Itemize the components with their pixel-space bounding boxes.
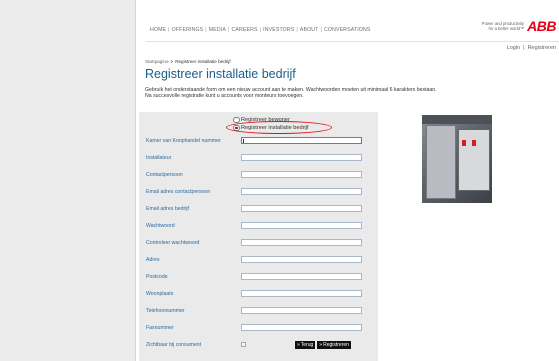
breaker-indicator bbox=[472, 140, 476, 146]
product-image bbox=[422, 115, 492, 203]
intro-line-2: Na succesvolle registratie kunt u accoun… bbox=[145, 93, 304, 100]
field-row-adres: Adres bbox=[146, 256, 371, 264]
register-button-label: Registreren bbox=[323, 342, 349, 348]
highlight-annotation bbox=[226, 121, 332, 134]
cabinet-panel bbox=[458, 129, 490, 191]
field-label: Email adres contactpersoon bbox=[146, 189, 211, 195]
field-row-installateur: Installateur bbox=[146, 154, 371, 162]
field-row-controleer-wachtwoord: Controleer wachtwoord bbox=[146, 239, 371, 247]
nav-item-careers[interactable]: CAREERS bbox=[231, 27, 257, 33]
email-contact-input[interactable] bbox=[241, 188, 362, 195]
register-link[interactable]: Registreren bbox=[528, 45, 556, 51]
field-label: Adres bbox=[146, 257, 160, 263]
top-navigation: HOME | OFFERINGS | MEDIA | CAREERS | INVESTORS | A… bbox=[150, 27, 371, 33]
tagline-line-2: for a better world™ bbox=[488, 26, 525, 31]
breaker-indicator bbox=[462, 140, 466, 146]
nav-item-home[interactable]: HOME bbox=[150, 27, 166, 33]
account-links: Login | Registreren bbox=[507, 45, 556, 51]
installateur-input[interactable] bbox=[241, 154, 362, 161]
confirm-password-input[interactable] bbox=[241, 239, 362, 246]
intro-text: Gebruik het onderstaande form om een nie… bbox=[145, 87, 475, 99]
address-input[interactable] bbox=[241, 256, 362, 263]
account-separator: | bbox=[523, 45, 525, 51]
visible-to-consumer-checkbox[interactable] bbox=[241, 342, 246, 347]
field-row-kvk: Kamer van Koophandel nummer bbox=[146, 137, 371, 145]
nav-separator: | bbox=[296, 27, 298, 33]
login-link[interactable]: Login bbox=[507, 45, 520, 51]
page-content: HOME | OFFERINGS | MEDIA | CAREERS | INVESTORS | A… bbox=[135, 0, 559, 361]
nav-item-conversations[interactable]: CONVERSATIONS bbox=[324, 27, 371, 33]
registration-form: Registreer bewoner Registreer installati… bbox=[139, 112, 378, 361]
field-row-woonplaats: Woonplaats bbox=[146, 290, 371, 298]
nav-item-offerings[interactable]: OFFERINGS bbox=[172, 27, 204, 33]
kvk-number-input[interactable] bbox=[241, 137, 362, 144]
contactpersoon-input[interactable] bbox=[241, 171, 362, 178]
field-label: Installateur bbox=[146, 155, 172, 161]
field-label: Controleer wachtwoord bbox=[146, 240, 200, 246]
nav-item-investors[interactable]: INVESTORS bbox=[263, 27, 294, 33]
breadcrumb-arrow: > bbox=[170, 59, 174, 64]
nav-separator: | bbox=[205, 27, 207, 33]
form-buttons: »Terug »Registreren bbox=[295, 341, 351, 349]
arrow-icon: » bbox=[297, 342, 300, 348]
field-label: Woonplaats bbox=[146, 291, 174, 297]
brand-tagline: Power and productivity for a better worl… bbox=[482, 21, 524, 31]
field-label: Kamer van Koophandel nummer bbox=[146, 138, 221, 144]
field-label: Email adres bedrijf bbox=[146, 206, 189, 212]
fax-input[interactable] bbox=[241, 324, 362, 331]
field-label: Wachtwoord bbox=[146, 223, 175, 229]
back-button-label: Terug bbox=[300, 342, 314, 348]
page-title: Registreer installatie bedrijf bbox=[145, 67, 296, 81]
city-input[interactable] bbox=[241, 290, 362, 297]
field-row-postcode: Postcode bbox=[146, 273, 371, 281]
nav-separator: | bbox=[227, 27, 230, 33]
cabinet-top bbox=[422, 115, 492, 124]
breadcrumb: Startpagina > Registreer installatie bedri… bbox=[145, 59, 231, 64]
field-row-fax: Faxnummer bbox=[146, 324, 371, 332]
field-label: Zichtbaar bij consument bbox=[146, 342, 202, 348]
cabinet-door bbox=[426, 125, 456, 199]
field-label: Postcode bbox=[146, 274, 168, 280]
field-row-telefoon: Telefoonnummer bbox=[146, 307, 371, 315]
brand: Power and productivity for a better worl… bbox=[482, 18, 557, 34]
breadcrumb-home[interactable]: Startpagina bbox=[145, 59, 169, 64]
field-label: Contactpersoon bbox=[146, 172, 183, 178]
text-cursor bbox=[243, 139, 244, 143]
nav-separator: | bbox=[320, 27, 322, 33]
nav-item-media[interactable]: MEDIA bbox=[209, 27, 226, 33]
back-button[interactable]: »Terug bbox=[295, 341, 316, 349]
password-input[interactable] bbox=[241, 222, 362, 229]
register-button[interactable]: »Registreren bbox=[317, 341, 351, 349]
field-label: Faxnummer bbox=[146, 325, 174, 331]
postcode-input[interactable] bbox=[241, 273, 362, 280]
breadcrumb-current: Registreer installatie bedrijf bbox=[175, 59, 231, 64]
nav-item-about[interactable]: ABOUT bbox=[300, 27, 319, 33]
field-row-wachtwoord: Wachtwoord bbox=[146, 222, 371, 230]
field-row-contactpersoon: Contactpersoon bbox=[146, 171, 371, 179]
field-row-email-contact: Email adres contactpersoon bbox=[146, 188, 371, 196]
abb-logo[interactable]: ABB bbox=[527, 18, 556, 34]
email-bedrijf-input[interactable] bbox=[241, 205, 362, 212]
nav-separator: | bbox=[168, 27, 170, 33]
field-row-email-bedrijf: Email adres bedrijf bbox=[146, 205, 371, 213]
nav-separator: | bbox=[259, 27, 262, 33]
phone-input[interactable] bbox=[241, 307, 362, 314]
header-divider bbox=[146, 41, 559, 42]
field-label: Telefoonnummer bbox=[146, 308, 185, 314]
arrow-icon: » bbox=[319, 342, 323, 348]
